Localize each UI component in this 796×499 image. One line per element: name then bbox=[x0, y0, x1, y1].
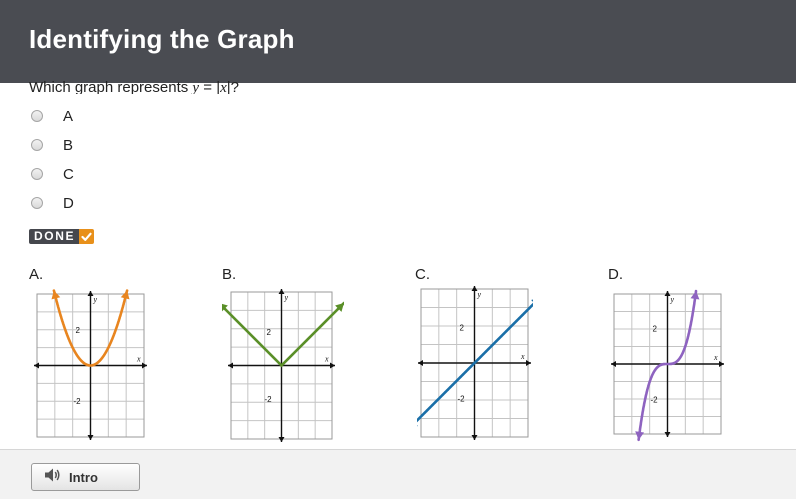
x-axis-label: x bbox=[713, 353, 718, 362]
graph-b: x y 2 -2 bbox=[222, 289, 344, 442]
option-c[interactable]: C bbox=[31, 163, 74, 185]
tick-label: -2 bbox=[458, 395, 466, 404]
option-label: A bbox=[63, 107, 74, 125]
question-equals: = | bbox=[199, 79, 221, 94]
checkmark-icon bbox=[79, 229, 95, 244]
page-title: Identifying the Graph bbox=[29, 24, 295, 54]
done-label: DONE bbox=[29, 229, 80, 244]
tick-label: 2 bbox=[267, 328, 272, 337]
option-a[interactable]: A bbox=[31, 105, 73, 127]
y-axis-label: y bbox=[284, 293, 289, 302]
intro-label: Intro bbox=[69, 469, 98, 485]
tick-label: 2 bbox=[460, 323, 465, 332]
graph-c: x y 2 -2 bbox=[417, 286, 533, 440]
speaker-icon bbox=[43, 467, 61, 488]
header-bar: Identifying the Graph bbox=[0, 0, 796, 83]
done-button[interactable]: DONE bbox=[29, 229, 95, 244]
graph-label-a: A. bbox=[29, 266, 44, 283]
question-text: Which graph represents y = |x|? bbox=[29, 78, 239, 94]
option-label: B bbox=[63, 136, 74, 154]
tick-label: -2 bbox=[651, 396, 659, 405]
x-axis-label: x bbox=[324, 355, 329, 364]
x-axis-label: x bbox=[520, 352, 525, 361]
y-axis-label: y bbox=[670, 295, 675, 304]
graph-label-d: D. bbox=[608, 266, 623, 283]
tick-label: -2 bbox=[74, 397, 82, 406]
question-prefix: Which graph represents bbox=[29, 79, 193, 94]
option-b[interactable]: B bbox=[31, 134, 73, 156]
tick-label: 2 bbox=[76, 326, 81, 335]
y-axis-label: y bbox=[477, 290, 482, 299]
graph-label-b: B. bbox=[222, 266, 237, 283]
graph-label-c: C. bbox=[415, 266, 430, 283]
tick-label: 2 bbox=[653, 324, 658, 333]
graph-d: x y 2 -2 bbox=[611, 289, 724, 442]
radio-button[interactable] bbox=[31, 110, 43, 122]
footer-bar: Intro bbox=[0, 449, 796, 499]
option-label: D bbox=[63, 194, 74, 212]
curve-arrowhead bbox=[120, 290, 130, 300]
option-d[interactable]: D bbox=[31, 192, 74, 214]
x-axis-label: x bbox=[136, 355, 141, 364]
graph-a: x y 2 -2 bbox=[34, 289, 147, 440]
radio-button[interactable] bbox=[31, 197, 43, 209]
option-label: C bbox=[63, 165, 74, 183]
radio-button[interactable] bbox=[31, 139, 43, 151]
radio-button[interactable] bbox=[31, 168, 43, 180]
intro-button[interactable]: Intro bbox=[31, 463, 140, 491]
question-suffix: |? bbox=[226, 79, 240, 94]
y-axis-label: y bbox=[93, 295, 98, 304]
curve-arrowhead bbox=[51, 290, 61, 300]
question-var-x: x bbox=[220, 80, 227, 94]
tick-label: -2 bbox=[265, 395, 273, 404]
